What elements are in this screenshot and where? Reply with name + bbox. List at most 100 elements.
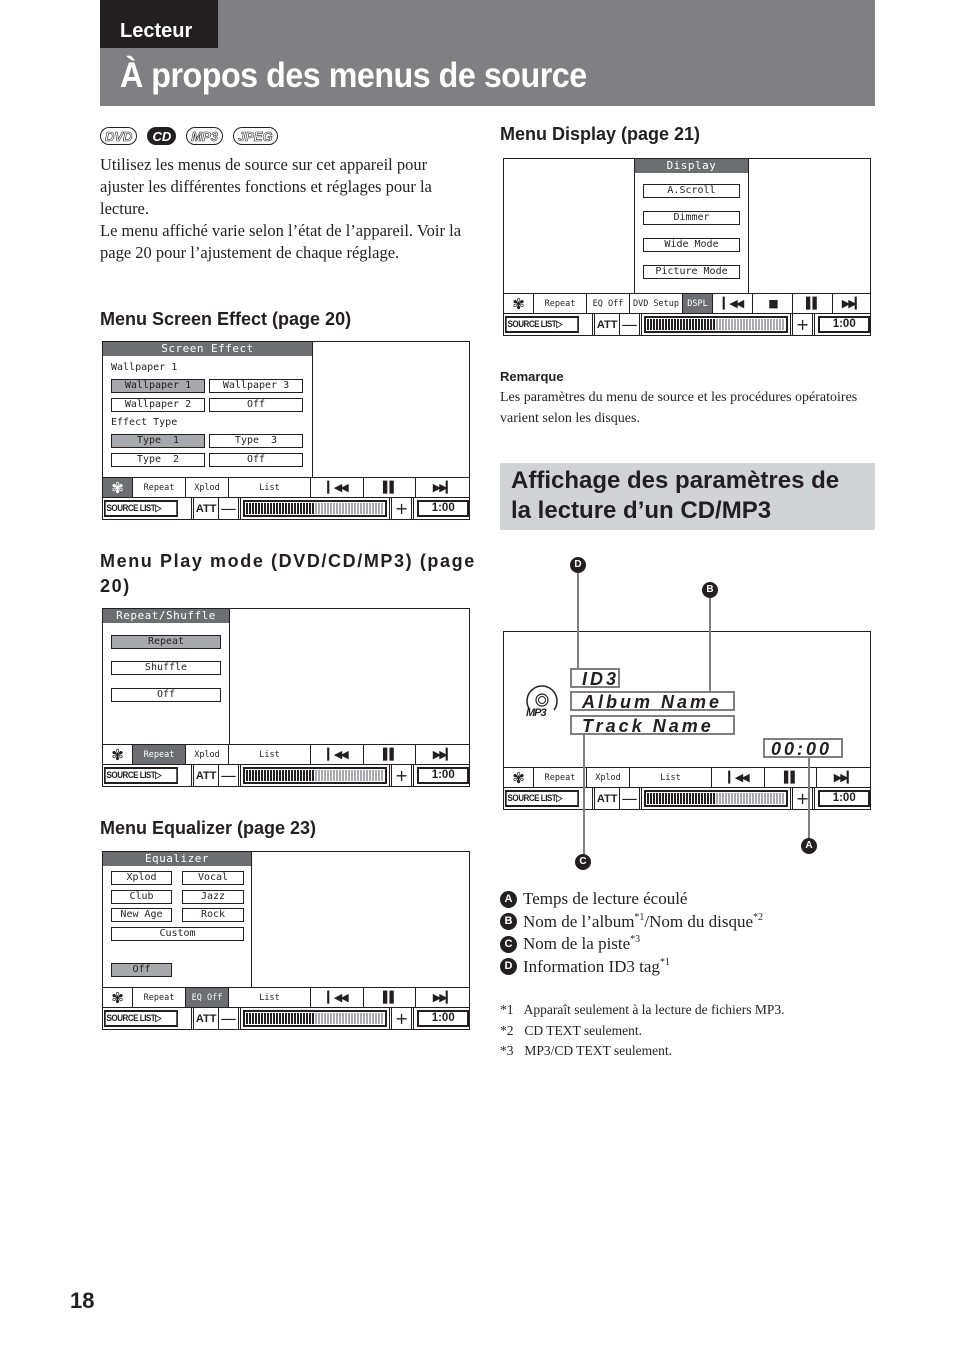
next-icon[interactable]: ▶▶▎ <box>416 478 469 497</box>
volume-up-button[interactable]: + <box>388 765 415 786</box>
next-icon[interactable]: ▶▶▎ <box>833 294 870 313</box>
volume-down-button[interactable]: — <box>219 1008 241 1029</box>
volume-segment <box>278 770 281 781</box>
dimmer-button[interactable]: Dimmer <box>643 211 740 225</box>
pause-icon[interactable]: ▌▌ <box>364 478 416 497</box>
next-icon[interactable]: ▶▶▎ <box>817 768 870 787</box>
eq-xplod-button[interactable]: Xplod <box>111 871 172 885</box>
volume-segment <box>715 319 718 330</box>
volume-down-button[interactable]: — <box>620 788 642 809</box>
equalizer-screen: Equalizer Xplod Vocal Club Jazz New Age … <box>102 851 470 1030</box>
repeat-button[interactable]: Repeat <box>133 988 186 1007</box>
next-icon[interactable]: ▶▶▎ <box>416 745 469 764</box>
source-list-button[interactable]: SOURCE LIST▷ <box>505 316 580 333</box>
wallpaper-2-button[interactable]: Wallpaper 2 <box>111 398 205 412</box>
a-scroll-button[interactable]: A.Scroll <box>643 184 740 198</box>
source-list-button[interactable]: SOURCE LIST▷ <box>104 767 179 784</box>
shuffle-option-button[interactable]: Shuffle <box>111 661 221 675</box>
volume-slider[interactable] <box>242 500 387 517</box>
pause-icon[interactable]: ▌▌ <box>364 745 416 764</box>
repeat-button[interactable]: Repeat <box>133 478 186 497</box>
off-option-button[interactable]: Off <box>111 688 221 702</box>
eq-club-button[interactable]: Club <box>111 890 172 904</box>
stop-icon[interactable]: ■ <box>753 294 793 313</box>
previous-icon[interactable]: ▎◀◀ <box>311 478 364 497</box>
wallpaper-1-button[interactable]: Wallpaper 1 <box>111 379 205 393</box>
list-button[interactable]: List <box>229 988 311 1007</box>
volume-slider[interactable] <box>242 767 387 784</box>
volume-slider[interactable] <box>643 316 788 333</box>
picture-mode-button[interactable]: Picture Mode <box>643 265 740 279</box>
volume-segment <box>317 770 320 781</box>
volume-slider[interactable] <box>242 1010 387 1027</box>
previous-icon[interactable]: ▎◀◀ <box>311 988 364 1007</box>
volume-segment <box>344 770 347 781</box>
eq-custom-button[interactable]: Custom <box>111 927 244 941</box>
control-bar: ✾ Repeat Xplod List ▎◀◀ ▌▌ ▶▶▎ <box>504 767 870 787</box>
previous-icon[interactable]: ▎◀◀ <box>713 294 753 313</box>
volume-segment <box>661 319 664 330</box>
type-2-button[interactable]: Type 2 <box>111 453 205 467</box>
type-1-button[interactable]: Type 1 <box>111 434 205 448</box>
volume-segment <box>718 319 721 330</box>
xplod-button[interactable]: Xplod <box>186 745 229 764</box>
volume-down-button[interactable]: — <box>219 498 241 519</box>
pause-icon[interactable]: ▌▌ <box>364 988 416 1007</box>
volume-segment <box>251 503 254 514</box>
volume-up-button[interactable]: + <box>388 1008 415 1029</box>
wallpaper-off-button[interactable]: Off <box>209 398 303 412</box>
eq-off-tab-button[interactable]: EQ Off <box>186 988 229 1007</box>
repeat-button[interactable]: Repeat <box>133 745 186 764</box>
eq-jazz-button[interactable]: Jazz <box>182 890 244 904</box>
wide-mode-button[interactable]: Wide Mode <box>643 238 740 252</box>
volume-up-button[interactable]: + <box>388 498 415 519</box>
volume-down-button[interactable]: — <box>219 765 241 786</box>
source-list-button[interactable]: SOURCE LIST▷ <box>104 500 179 517</box>
eq-new-age-button[interactable]: New Age <box>111 908 172 922</box>
xplod-button[interactable]: Xplod <box>587 768 630 787</box>
flower-icon[interactable]: ✾ <box>504 768 534 787</box>
flower-icon[interactable]: ✾ <box>103 478 133 497</box>
att-button[interactable]: ATT <box>191 765 220 786</box>
volume-slider[interactable] <box>643 790 788 807</box>
volume-segment <box>281 1013 284 1024</box>
repeat-button[interactable]: Repeat <box>534 294 587 313</box>
att-button[interactable]: ATT <box>592 314 621 335</box>
repeat-option-button[interactable]: Repeat <box>111 635 221 649</box>
wallpaper-3-button[interactable]: Wallpaper 3 <box>209 379 303 393</box>
dvd-setup-button[interactable]: DVD Setup <box>630 294 683 313</box>
volume-segment <box>739 319 742 330</box>
eq-vocal-button[interactable]: Vocal <box>182 871 244 885</box>
repeat-button[interactable]: Repeat <box>534 768 587 787</box>
source-list-button[interactable]: SOURCE LIST▷ <box>505 790 580 807</box>
dspl-button[interactable]: DSPL <box>683 294 713 313</box>
volume-segment <box>329 1013 332 1024</box>
eq-off-button[interactable]: Off <box>111 963 172 977</box>
flower-icon[interactable]: ✾ <box>504 294 534 313</box>
flower-icon[interactable]: ✾ <box>103 745 133 764</box>
eq-off-tab-button[interactable]: EQ Off <box>587 294 630 313</box>
att-button[interactable]: ATT <box>191 1008 220 1029</box>
previous-icon[interactable]: ▎◀◀ <box>712 768 765 787</box>
volume-down-button[interactable]: — <box>620 314 642 335</box>
volume-up-button[interactable]: + <box>789 788 816 809</box>
next-icon[interactable]: ▶▶▎ <box>416 988 469 1007</box>
type-off-button[interactable]: Off <box>209 453 303 467</box>
type-3-button[interactable]: Type 3 <box>209 434 303 448</box>
list-button[interactable]: List <box>630 768 712 787</box>
pause-icon[interactable]: ▌▌ <box>793 294 833 313</box>
att-button[interactable]: ATT <box>592 788 621 809</box>
legend-item-c: C Nom de la piste*3 <box>500 933 763 956</box>
eq-rock-button[interactable]: Rock <box>182 908 244 922</box>
volume-segment <box>302 770 305 781</box>
list-button[interactable]: List <box>229 745 311 764</box>
volume-segment <box>317 1013 320 1024</box>
flower-icon[interactable]: ✾ <box>103 988 133 1007</box>
att-button[interactable]: ATT <box>191 498 220 519</box>
list-button[interactable]: List <box>229 478 311 497</box>
xplod-button[interactable]: Xplod <box>186 478 229 497</box>
volume-segment <box>323 1013 326 1024</box>
volume-up-button[interactable]: + <box>789 314 816 335</box>
previous-icon[interactable]: ▎◀◀ <box>311 745 364 764</box>
source-list-button[interactable]: SOURCE LIST▷ <box>104 1010 179 1027</box>
